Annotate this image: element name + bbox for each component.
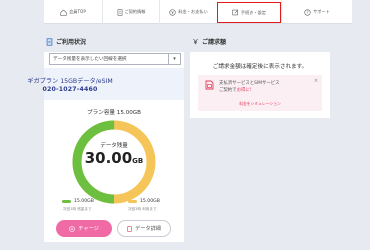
legend-green-sub: 次回1時 残量まで bbox=[63, 207, 92, 211]
usage-section-title: ご利用状況 bbox=[46, 37, 86, 46]
data-remaining-label: データ残量 bbox=[100, 143, 128, 149]
document-icon bbox=[46, 37, 53, 46]
document-icon bbox=[127, 225, 132, 232]
legend-green-swatch bbox=[62, 200, 71, 203]
home-icon bbox=[60, 9, 67, 16]
nav-item-member-top[interactable]: 会員TOP bbox=[44, 0, 102, 24]
plan-capacity: プラン容量 15.00GB bbox=[87, 110, 141, 116]
document-icon bbox=[117, 8, 122, 16]
nav-label: サポート bbox=[313, 9, 330, 14]
promo-highlight: お得に！ bbox=[236, 88, 255, 93]
nav-item-contract-info[interactable]: ご契約情報 bbox=[102, 0, 159, 24]
plus-circle-icon bbox=[69, 225, 76, 232]
line-select-dropdown[interactable]: データ残量を表示したい回線を選択 ▾ bbox=[49, 53, 181, 65]
promo-line-1: 支払済サービスとSIMサービス bbox=[219, 81, 280, 86]
billing-section-title: ご請求額 bbox=[192, 37, 226, 46]
settings-edit-icon bbox=[232, 9, 239, 16]
chevron-down-icon[interactable]: ▾ bbox=[168, 54, 180, 64]
remaining-unit: GB bbox=[132, 157, 144, 165]
remaining-number: 30.00 bbox=[84, 149, 133, 167]
svg-text:?: ? bbox=[306, 9, 308, 14]
yen-icon bbox=[169, 8, 176, 16]
nav-item-procedures-settings[interactable]: 手続き・設定 bbox=[217, 2, 281, 23]
data-detail-button[interactable]: データ詳細 bbox=[117, 220, 171, 237]
nav-label: 手続き・設定 bbox=[240, 9, 267, 15]
sim-card-icon bbox=[205, 80, 214, 90]
top-navigation: 会員TOP ご契約情報 料金・お支払い 手続き・設定 ? サポート bbox=[44, 0, 352, 24]
nav-item-billing[interactable]: 料金・お支払い bbox=[159, 0, 217, 24]
usage-title-label: ご利用状況 bbox=[56, 39, 87, 46]
detail-button-label: データ詳細 bbox=[135, 226, 161, 232]
simulation-link[interactable]: 料金をシミュレーション bbox=[198, 101, 322, 107]
data-remaining-value: 30.00GB bbox=[69, 149, 159, 167]
promo-line-2-text: ご契約で bbox=[219, 88, 237, 93]
legend-yellow-sub: 次回3時 利用まで bbox=[128, 207, 157, 211]
plan-name: ギガプラン 15GBデータ/eSIM bbox=[27, 78, 113, 85]
promo-line-2: ご契約でお得に！ bbox=[219, 87, 254, 93]
legend-green-value: 15.00GB bbox=[74, 199, 94, 204]
select-placeholder: データ残量を表示したい回線を選択 bbox=[53, 57, 127, 62]
legend-yellow-swatch bbox=[128, 200, 137, 203]
charge-button-label: チャージ bbox=[78, 226, 99, 232]
legend-yellow-value: 15.00GB bbox=[140, 199, 160, 204]
charge-button[interactable]: チャージ bbox=[56, 220, 112, 237]
phone-number: 020-1027-4460 bbox=[42, 86, 98, 93]
nav-item-support[interactable]: ? サポート bbox=[281, 0, 352, 24]
billing-message: ご請求金額は確定後に表示されます。 bbox=[212, 64, 308, 70]
yen-icon bbox=[193, 38, 198, 45]
billing-title-label: ご請求額 bbox=[202, 39, 227, 46]
nav-label: ご契約情報 bbox=[124, 9, 146, 14]
legend-green: 15.00GB bbox=[62, 199, 94, 204]
help-icon: ? bbox=[304, 8, 311, 16]
nav-label: 会員TOP bbox=[69, 9, 86, 14]
nav-label: 料金・お支払い bbox=[178, 9, 208, 14]
close-icon[interactable]: × bbox=[314, 78, 318, 84]
legend-yellow: 15.00GB bbox=[128, 199, 160, 204]
